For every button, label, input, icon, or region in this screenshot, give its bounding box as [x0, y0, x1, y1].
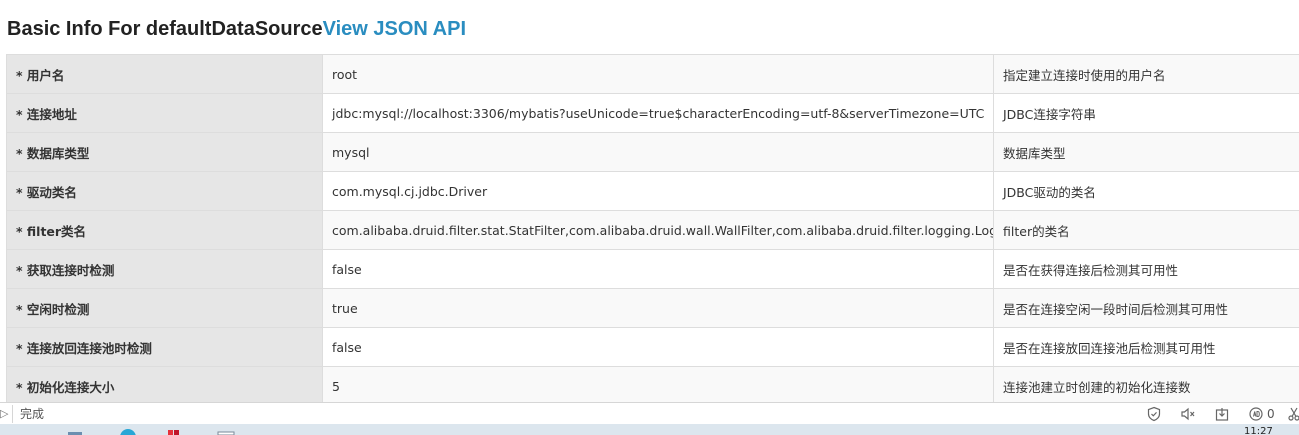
mute-icon[interactable] [1180, 406, 1196, 422]
taskbar-app-icons[interactable] [0, 424, 260, 435]
table-row: * 驱动类名 com.mysql.cj.jdbc.Driver JDBC驱动的类… [6, 171, 1299, 211]
datasource-info-table: * 用户名 root 指定建立连接时使用的用户名 * 连接地址 jdbc:mys… [6, 54, 1299, 406]
row-value: com.alibaba.druid.filter.stat.StatFilter… [322, 210, 994, 250]
view-json-api-link[interactable]: View JSON API [323, 18, 466, 40]
row-description: filter的类名 [993, 210, 1299, 250]
row-value: mysql [322, 132, 994, 172]
blocked-ads-count: 0 [1267, 407, 1275, 421]
row-label: * 初始化连接大小 [6, 366, 323, 406]
table-row: * 连接地址 jdbc:mysql://localhost:3306/mybat… [6, 93, 1299, 133]
row-label: * 获取连接时检测 [6, 249, 323, 289]
status-arrow-icon[interactable]: ▷ [0, 406, 12, 422]
row-description: 是否在获得连接后检测其可用性 [993, 249, 1299, 289]
row-value: jdbc:mysql://localhost:3306/mybatis?useU… [322, 93, 994, 133]
taskbar-clock: 11:27 [1244, 426, 1273, 435]
row-label: * 连接放回连接池时检测 [6, 327, 323, 367]
table-row: * filter类名 com.alibaba.druid.filter.stat… [6, 210, 1299, 250]
status-text: 完成 [20, 407, 45, 421]
row-value: root [322, 54, 994, 94]
table-row: * 空闲时检测 true 是否在连接空闲一段时间后检测其可用性 [6, 288, 1299, 328]
browser-status-bar: ▷ 完成 0 [0, 402, 1299, 425]
scissors-icon[interactable] [1286, 406, 1299, 422]
row-description: 是否在连接放回连接池后检测其可用性 [993, 327, 1299, 367]
row-description: 数据库类型 [993, 132, 1299, 172]
shield-icon[interactable] [1146, 406, 1162, 422]
table-row: * 连接放回连接池时检测 false 是否在连接放回连接池后检测其可用性 [6, 327, 1299, 367]
row-description: 是否在连接空闲一段时间后检测其可用性 [993, 288, 1299, 328]
row-label: * 连接地址 [6, 93, 323, 133]
row-value: com.mysql.cj.jdbc.Driver [322, 171, 994, 211]
table-row: * 用户名 root 指定建立连接时使用的用户名 [6, 54, 1299, 94]
row-label: * 空闲时检测 [6, 288, 323, 328]
row-value: false [322, 327, 994, 367]
adblock-icon[interactable] [1248, 406, 1264, 422]
row-label: * 驱动类名 [6, 171, 323, 211]
row-description: JDBC驱动的类名 [993, 171, 1299, 211]
row-value: 5 [322, 366, 994, 406]
status-divider [12, 405, 13, 423]
row-label: * 用户名 [6, 54, 323, 94]
row-description: 连接池建立时创建的初始化连接数 [993, 366, 1299, 406]
table-row: * 数据库类型 mysql 数据库类型 [6, 132, 1299, 172]
page-title: Basic Info For defaultDataSourceView JSO… [7, 18, 466, 41]
table-row: * 获取连接时检测 false 是否在获得连接后检测其可用性 [6, 249, 1299, 289]
page-title-text: Basic Info For defaultDataSource [7, 18, 323, 40]
row-description: JDBC连接字符串 [993, 93, 1299, 133]
os-taskbar: 11:27 [0, 424, 1299, 435]
row-value: false [322, 249, 994, 289]
row-label: * filter类名 [6, 210, 323, 250]
table-row: * 初始化连接大小 5 连接池建立时创建的初始化连接数 [6, 366, 1299, 406]
download-icon[interactable] [1214, 406, 1230, 422]
row-value: true [322, 288, 994, 328]
row-description: 指定建立连接时使用的用户名 [993, 54, 1299, 94]
row-label: * 数据库类型 [6, 132, 323, 172]
